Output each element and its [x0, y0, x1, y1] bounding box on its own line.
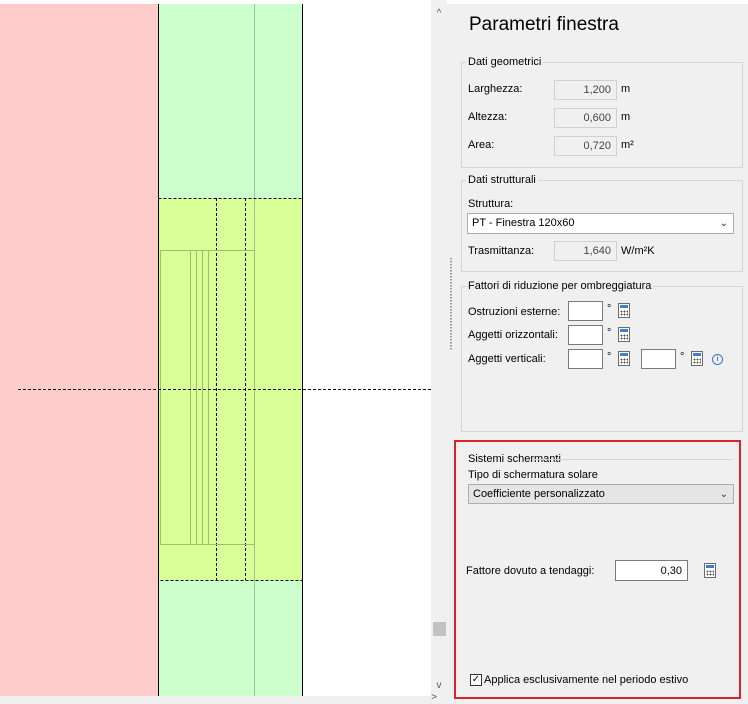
external-obstructions-degree: °: [607, 303, 612, 315]
screens-divider: [533, 459, 733, 460]
shading-type-value: Coefficiente personalizzato: [473, 488, 605, 500]
width-label: Larghezza:: [468, 83, 523, 95]
structure-dropdown[interactable]: PT - Finestra 120x60 ⌄: [467, 213, 734, 234]
width-unit: m: [621, 83, 631, 95]
chevron-down-icon: ⌄: [719, 218, 728, 229]
external-obstructions-label: Ostruzioni esterne:: [468, 306, 561, 318]
height-label: Altezza:: [468, 111, 508, 123]
calculator-icon[interactable]: [618, 303, 630, 318]
scroll-up-arrow[interactable]: ^: [431, 6, 447, 22]
scroll-thumb[interactable]: [433, 622, 446, 636]
group-shading-legend: Fattori di riduzione per ombreggiatura: [468, 280, 652, 292]
calculator-icon[interactable]: [704, 563, 716, 578]
vertical-overhangs-left-degree: °: [607, 351, 612, 363]
curtain-factor-label: Fattore dovuto a tendaggi:: [466, 565, 595, 577]
area-field: 0,720: [554, 136, 617, 156]
vertical-overhangs-label: Aggetti verticali:: [468, 353, 546, 365]
width-field: 1,200: [554, 80, 617, 100]
calculator-icon[interactable]: [691, 351, 703, 366]
structure-value: PT - Finestra 120x60: [472, 217, 575, 229]
curtain-factor-input[interactable]: 0,30: [615, 560, 688, 581]
shading-type-label: Tipo di schermatura solare: [468, 469, 598, 481]
height-field: 0,600: [554, 108, 617, 128]
structure-label: Struttura:: [468, 198, 514, 210]
vertical-overhangs-right-input[interactable]: [641, 349, 676, 369]
height-unit: m: [621, 111, 631, 123]
vertical-scrollbar[interactable]: ^ v: [431, 0, 447, 696]
calculator-icon[interactable]: [618, 351, 630, 366]
scroll-right-arrow[interactable]: >: [431, 692, 437, 703]
horizontal-overhangs-label: Aggetti orizzontali:: [468, 329, 558, 341]
transmittance-label: Trasmittanza:: [468, 245, 535, 257]
area-unit: m²: [621, 139, 634, 151]
horizontal-overhangs-input[interactable]: [568, 325, 603, 345]
info-icon[interactable]: i: [712, 354, 723, 365]
drawing-canvas[interactable]: [0, 4, 431, 696]
shading-type-dropdown[interactable]: Coefficiente personalizzato ⌄: [468, 484, 734, 504]
external-obstructions-input[interactable]: [568, 301, 603, 321]
transmittance-unit: W/m²K: [621, 245, 655, 257]
horizontal-scrollbar[interactable]: >: [0, 692, 447, 704]
summer-only-label[interactable]: Applica esclusivamente nel periodo estiv…: [484, 674, 688, 686]
group-structural-legend: Dati strutturali: [468, 174, 536, 186]
vertical-overhangs-left-input[interactable]: [568, 349, 603, 369]
vertical-overhangs-right-degree: °: [680, 351, 685, 363]
horizontal-overhangs-degree: °: [607, 327, 612, 339]
group-geometric-legend: Dati geometrici: [468, 56, 542, 68]
panel-title: Parametri finestra: [469, 14, 619, 35]
wall-region: [0, 4, 158, 696]
calculator-icon[interactable]: [618, 327, 630, 342]
plan-drawing[interactable]: [0, 4, 431, 696]
summer-only-checkbox[interactable]: ✓: [470, 674, 482, 686]
area-label: Area:: [468, 139, 495, 151]
chevron-down-icon: ⌄: [719, 489, 728, 500]
panel-splitter-grip[interactable]: [450, 258, 452, 350]
transmittance-field: 1,640: [554, 241, 617, 261]
